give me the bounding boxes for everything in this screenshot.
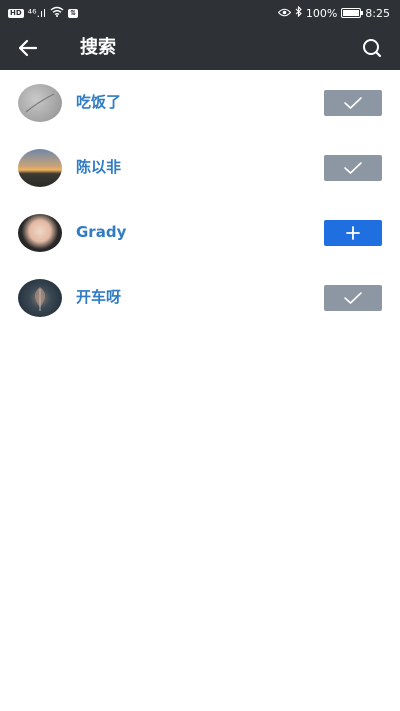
back-button[interactable] [14, 34, 42, 62]
search-icon [363, 39, 382, 58]
arrow-left-icon [18, 39, 38, 57]
page-title: 搜索 [80, 37, 116, 58]
list-item[interactable]: 吃饭了 [0, 70, 400, 135]
avatar [18, 214, 62, 252]
list-item[interactable]: 陈以非 [0, 135, 400, 200]
contact-name: 吃饭了 [76, 93, 122, 111]
status-bar-right: 100% 8:25 [277, 5, 390, 20]
toolbar: 搜索 [0, 26, 400, 70]
battery-percent: 100% [305, 6, 338, 20]
list-item[interactable]: Grady [0, 200, 400, 265]
search-results-list: 吃饭了 陈以非 Grady 开车呀 [0, 70, 400, 330]
check-icon [344, 97, 362, 109]
avatar [18, 279, 62, 317]
added-button[interactable] [324, 285, 382, 311]
avatar [18, 149, 62, 187]
vpn-badge: ⇅ [68, 8, 78, 18]
check-icon [344, 292, 362, 304]
status-bar-left: HD ⁴⁶.ıl ⇅ [8, 6, 78, 20]
contact-name: 陈以非 [76, 158, 122, 176]
list-item[interactable]: 开车呀 [0, 265, 400, 330]
network-badge: HD [8, 8, 24, 18]
search-button[interactable] [358, 34, 386, 62]
check-icon [344, 162, 362, 174]
signal-icon: ⁴⁶.ıl [27, 6, 47, 20]
clock: 8:25 [365, 6, 390, 20]
eye-icon [277, 7, 292, 20]
avatar [18, 84, 62, 122]
add-button[interactable] [324, 220, 382, 246]
added-button[interactable] [324, 155, 382, 181]
contact-name: Grady [76, 223, 127, 241]
battery-icon [341, 8, 364, 18]
plus-icon [346, 226, 360, 240]
bluetooth-icon [295, 5, 302, 20]
status-bar: HD ⁴⁶.ıl ⇅ 100% 8:25 [0, 0, 400, 26]
wifi-icon [50, 6, 64, 20]
contact-name: 开车呀 [76, 288, 122, 306]
added-button[interactable] [324, 90, 382, 116]
